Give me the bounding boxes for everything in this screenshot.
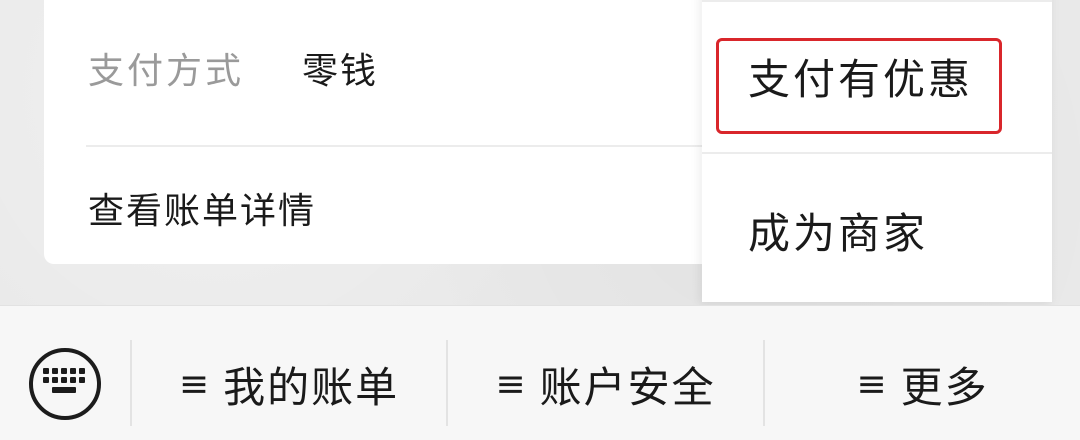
payment-method-row: 支付方式 零钱 bbox=[88, 38, 378, 98]
payment-method-label: 支付方式 bbox=[88, 51, 245, 92]
menu-lines-icon: ≡ bbox=[856, 363, 889, 405]
menu-lines-icon: ≡ bbox=[495, 363, 528, 405]
menu-lines-icon: ≡ bbox=[178, 363, 212, 405]
menu-my-bills[interactable]: ≡ 我的账单 bbox=[132, 348, 446, 420]
menu-label: 更多 bbox=[900, 362, 989, 412]
popup-divider bbox=[702, 152, 1052, 154]
menu-label: 账户安全 bbox=[539, 362, 716, 412]
payment-method-value: 零钱 bbox=[302, 51, 379, 92]
highlight-annotation-box bbox=[716, 38, 1002, 134]
view-bill-details-link[interactable]: 查看账单详情 bbox=[88, 178, 316, 238]
popup-divider bbox=[702, 0, 1052, 2]
popup-item-become-merchant[interactable]: 成为商家 bbox=[748, 200, 928, 261]
menu-more[interactable]: ≡ 更多 bbox=[765, 348, 1080, 420]
bottom-menu-bar: ≡ 我的账单 ≡ 账户安全 ≡ 更多 bbox=[0, 305, 1080, 440]
card-divider bbox=[86, 145, 786, 147]
menu-account-security[interactable]: ≡ 账户安全 bbox=[448, 348, 763, 420]
menu-label: 我的账单 bbox=[223, 362, 400, 412]
keyboard-toggle-button[interactable] bbox=[29, 348, 101, 420]
keyboard-icon bbox=[43, 368, 85, 393]
